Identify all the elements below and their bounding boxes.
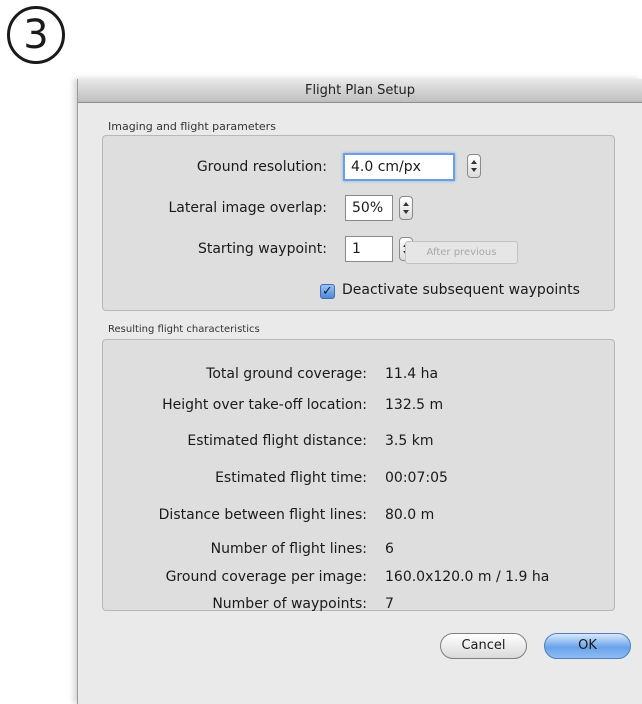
- stepper-up-icon: [471, 160, 477, 164]
- stepper-down-icon: [471, 168, 477, 172]
- ground-resolution-label: Ground resolution:: [196, 159, 327, 175]
- flight-distance-label: Estimated flight distance:: [187, 433, 367, 449]
- ground-resolution-stepper[interactable]: [467, 154, 481, 178]
- stepper-up-icon: [403, 202, 409, 206]
- flight-time-value: 00:07:05: [385, 470, 448, 486]
- coverage-per-image-label: Ground coverage per image:: [165, 569, 367, 585]
- total-ground-coverage-label: Total ground coverage:: [206, 366, 367, 382]
- flight-line-distance-value: 80.0 m: [385, 507, 435, 523]
- flight-line-distance-label: Distance between flight lines:: [158, 507, 367, 523]
- coverage-per-image-value: 160.0x120.0 m / 1.9 ha: [385, 569, 550, 585]
- flight-line-count-value: 6: [385, 541, 394, 557]
- imaging-group-label: Imaging and flight parameters: [108, 120, 276, 133]
- results-group-label: Resulting flight characteristics: [108, 324, 260, 335]
- ground-resolution-input[interactable]: 4.0 cm/px: [343, 153, 455, 181]
- flight-line-count-label: Number of flight lines:: [210, 541, 367, 557]
- lateral-overlap-label: Lateral image overlap:: [168, 200, 327, 216]
- deactivate-waypoints-checkbox[interactable]: ✓: [320, 284, 335, 299]
- after-previous-button: After previous: [405, 241, 518, 264]
- deactivate-waypoints-label: Deactivate subsequent waypoints: [342, 282, 580, 298]
- cancel-button[interactable]: Cancel: [440, 633, 527, 659]
- starting-waypoint-input[interactable]: 1: [345, 236, 393, 262]
- flight-distance-value: 3.5 km: [385, 433, 434, 449]
- lateral-overlap-stepper[interactable]: [399, 196, 413, 220]
- flight-time-label: Estimated flight time:: [215, 470, 367, 486]
- checkmark-icon: ✓: [322, 284, 333, 299]
- starting-waypoint-label: Starting waypoint:: [197, 241, 327, 257]
- takeoff-height-label: Height over take-off location:: [162, 397, 367, 413]
- step-number: 3: [23, 12, 49, 58]
- total-ground-coverage-value: 11.4 ha: [385, 366, 439, 382]
- flight-plan-setup-dialog: Flight Plan Setup Imaging and flight par…: [77, 79, 642, 704]
- dialog-title: Flight Plan Setup: [78, 79, 642, 103]
- stepper-down-icon: [403, 210, 409, 214]
- ok-button[interactable]: OK: [544, 633, 631, 659]
- takeoff-height-value: 132.5 m: [385, 397, 444, 413]
- lateral-overlap-input[interactable]: 50%: [345, 195, 393, 221]
- step-number-badge: 3: [7, 6, 65, 64]
- results-group: Total ground coverage: 11.4 ha Height ov…: [102, 339, 615, 612]
- waypoint-count-label: Number of waypoints:: [212, 596, 367, 612]
- waypoint-count-value: 7: [385, 596, 394, 612]
